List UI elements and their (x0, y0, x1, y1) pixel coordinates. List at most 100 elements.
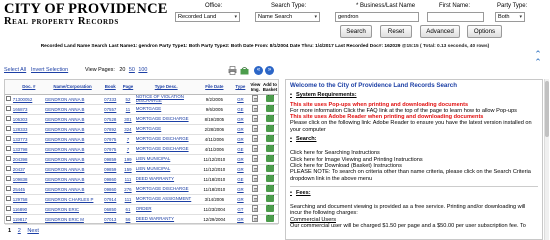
type-desc-cell[interactable]: MORTGAGE DISCHARGE (135, 184, 197, 195)
view-image[interactable] (248, 164, 262, 175)
checkbox[interactable] (5, 204, 13, 215)
view-document-icon[interactable] (252, 105, 259, 113)
basket-icon[interactable] (240, 66, 249, 75)
view-image[interactable] (248, 134, 262, 145)
advanced-button[interactable]: Advanced (420, 25, 460, 38)
add-basket[interactable] (261, 154, 278, 165)
add-to-basket-icon[interactable] (265, 114, 274, 123)
page-cell[interactable]: 301 (120, 114, 136, 125)
view-image[interactable] (248, 194, 262, 205)
row-checkbox[interactable] (6, 216, 12, 222)
checkbox[interactable] (5, 94, 13, 105)
type-code-cell[interactable]: GR (232, 134, 249, 145)
book-cell[interactable]: 09860 (100, 174, 121, 185)
type-desc-cell[interactable]: ORDER (135, 204, 197, 215)
checkbox[interactable] (5, 134, 13, 145)
type-desc-column-header[interactable]: Type Desc. (135, 80, 197, 95)
table-row[interactable]: 128333 GENDRON ANNA B 07892 324 MORTGAGE 2/28… (5, 124, 278, 135)
page-cell[interactable]: 199 (120, 154, 136, 165)
type-code-cell[interactable]: GR (232, 164, 249, 175)
add-to-basket-icon[interactable] (265, 204, 274, 213)
page-cell[interactable]: 276 (120, 184, 136, 195)
page-link-2[interactable]: 2 (18, 228, 21, 234)
doc-number-cell[interactable]: 166873 (12, 104, 45, 115)
table-row[interactable]: 25445 GENDRON ANNA B 09860 276 MORTGAGE DISC… (5, 184, 278, 195)
table-row[interactable]: 166873 GENDRON ANNA B 07557 11 MORTGAGE 9/6/2… (5, 104, 278, 115)
page-cell[interactable]: 61 (120, 204, 136, 215)
type-code-cell[interactable]: GE (232, 144, 249, 155)
view-image[interactable] (248, 124, 262, 135)
view-document-icon[interactable] (252, 95, 259, 103)
book-cell[interactable]: 07914 (100, 194, 121, 205)
name-column-header[interactable]: Name/Corporation (44, 80, 101, 95)
view-image[interactable] (248, 204, 262, 215)
page-cell[interactable]: 52 (120, 94, 136, 105)
checkbox[interactable] (5, 154, 13, 165)
checkbox[interactable] (5, 124, 13, 135)
type-code-cell[interactable]: GR (232, 124, 249, 135)
table-row[interactable]: 106303 GENDRON ANNA B 07528 301 MORTGAGE DIS… (5, 114, 278, 125)
book-cell[interactable]: 09859 (100, 154, 121, 165)
row-checkbox[interactable] (6, 106, 12, 112)
add-to-basket-icon[interactable] (265, 164, 274, 173)
name-cell[interactable]: GENDRON ANNA B (44, 164, 101, 175)
row-checkbox[interactable] (6, 156, 12, 162)
add-to-basket-icon[interactable] (265, 174, 274, 183)
type-code-cell[interactable]: GR (232, 114, 249, 125)
book-cell[interactable]: 07557 (100, 104, 121, 115)
checkbox[interactable] (5, 184, 13, 195)
page-cell[interactable]: 56 (120, 214, 136, 225)
add-basket[interactable] (261, 94, 278, 105)
doc-number-cell[interactable]: 204398 (12, 154, 45, 165)
type-code-cell[interactable]: GR (232, 154, 249, 165)
add-to-basket-icon[interactable] (265, 194, 274, 203)
table-row[interactable]: 109838 GENDRON ANNA B 09860 111 DEED WARRANT… (5, 174, 278, 185)
view-document-icon[interactable] (252, 145, 259, 153)
book-cell[interactable]: 06850 (100, 204, 121, 215)
view-document-icon[interactable] (252, 175, 259, 183)
checkbox[interactable] (5, 104, 13, 115)
type-code-cell[interactable]: GE (232, 104, 249, 115)
add-basket[interactable] (261, 104, 278, 115)
page-cell[interactable]: 7 (120, 134, 136, 145)
add-basket[interactable] (261, 144, 278, 155)
collapse-icon[interactable]: ⌃ ⌃ (533, 50, 543, 67)
doc-number-cell[interactable]: 20437 (12, 164, 45, 175)
table-row[interactable]: 71300052 GENDRON ANNA B 07333 52 NOTICE OF V… (5, 94, 278, 105)
doc-number-cell[interactable]: 133798 (12, 144, 45, 155)
name-cell[interactable]: GENDRON ANNA B (44, 144, 101, 155)
row-checkbox[interactable] (6, 136, 12, 142)
name-cell[interactable]: GENDRON CHARLES P (44, 194, 101, 205)
page-cell[interactable]: 111 (120, 194, 136, 205)
name-cell[interactable]: GENDRON ANNA B (44, 184, 101, 195)
table-row[interactable]: 20437 GENDRON ANNA B 09859 159 LIEN MUNICIPA… (5, 164, 278, 175)
book-cell[interactable]: 07013 (100, 214, 121, 225)
view-image[interactable] (248, 114, 262, 125)
add-basket[interactable] (261, 184, 278, 195)
scrollbar-thumb[interactable] (545, 81, 549, 137)
table-row[interactable]: 133773 GENDRON ANNA B 07975 7 MORTGAGE DISCH… (5, 134, 278, 145)
row-checkbox[interactable] (6, 186, 12, 192)
add-basket[interactable] (261, 204, 278, 215)
page-size-100[interactable]: 100 (138, 67, 147, 73)
book-cell[interactable]: 07975 (100, 144, 121, 155)
checkbox[interactable] (5, 214, 13, 225)
doc-number-cell[interactable]: 109838 (12, 174, 45, 185)
view-image[interactable] (248, 184, 262, 195)
type-desc-cell[interactable]: MORTGAGE DISCHARGE (135, 134, 197, 145)
site-logo[interactable]: City of Providence Real property Records (4, 2, 168, 27)
checkbox[interactable] (5, 114, 13, 125)
page-cell[interactable]: 11 (120, 104, 136, 115)
add-basket[interactable] (261, 214, 278, 225)
add-to-basket-icon[interactable] (265, 154, 274, 163)
add-basket[interactable] (261, 134, 278, 145)
type-code-cell[interactable]: GR (232, 94, 249, 105)
type-code-cell[interactable]: GR (232, 214, 249, 225)
row-checkbox[interactable] (6, 176, 12, 182)
view-image[interactable] (248, 94, 262, 105)
page-size-20[interactable]: 20 (119, 67, 125, 73)
add-basket[interactable] (261, 164, 278, 175)
name-cell[interactable]: GENDRON ANNA B (44, 174, 101, 185)
previous-page-icon[interactable]: « (254, 66, 263, 75)
view-document-icon[interactable] (252, 185, 259, 193)
